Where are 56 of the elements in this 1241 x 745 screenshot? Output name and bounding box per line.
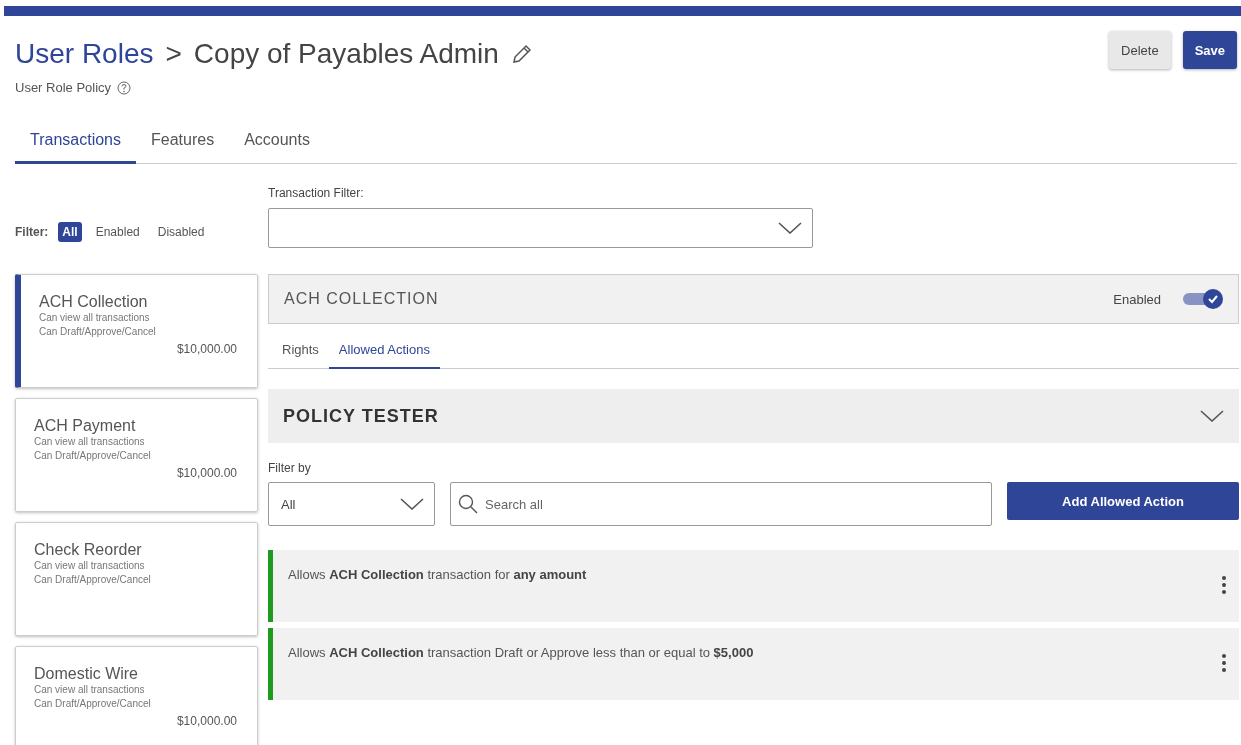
chevron-down-icon	[778, 222, 802, 234]
transaction-card[interactable]: Check Reorder Can view all transactions Can Draft/Approve/Cancel	[15, 522, 258, 636]
card-title: ACH Collection	[39, 293, 149, 311]
subtitle: User Role Policy	[15, 80, 112, 95]
pencil-icon[interactable]	[510, 43, 533, 65]
transaction-card[interactable]: ACH Payment Can view all transactions Can Draft/Approve/Cancel $10,000.00	[15, 398, 258, 512]
card-detail: Can view all transactions	[39, 311, 151, 325]
card-detail: Can view all transactions	[34, 683, 146, 697]
field-label: Filter by	[268, 461, 312, 475]
field-label: Transaction Filter:	[268, 186, 365, 200]
filter-option[interactable]: Enabled	[91, 222, 144, 242]
section-title: ACH COLLECTION	[284, 290, 439, 308]
card-detail: Can Draft/Approve/Cancel	[34, 448, 152, 462]
sub-tab[interactable]: Allowed Actions	[328, 338, 440, 369]
filter-dropdown[interactable]: All	[268, 482, 435, 526]
transaction-card[interactable]: ACH Collection Can view all transactions Can Draft/Approve/Cancel $10,000.00	[15, 274, 258, 388]
search-field[interactable]: Search all	[450, 482, 992, 526]
filter-option[interactable]: Disabled	[153, 222, 209, 242]
action-description: Allows ACH Collection transaction for any amount	[288, 567, 587, 584]
more-icon[interactable]	[1221, 653, 1227, 673]
chevron-down-icon	[1200, 410, 1224, 422]
card-amount: $10,000.00	[176, 466, 237, 480]
delete-button[interactable]: Delete	[1109, 31, 1171, 69]
card-title: ACH Payment	[34, 417, 137, 435]
transaction-filter-dropdown[interactable]	[268, 208, 813, 248]
card-amount: $10,000.00	[176, 714, 237, 728]
card-detail: Can view all transactions	[34, 435, 146, 449]
chevron-down-icon	[400, 498, 424, 510]
tab[interactable]: Transactions	[15, 123, 136, 164]
card-title: Check Reorder	[34, 541, 143, 559]
tab[interactable]: Accounts	[229, 123, 325, 164]
breadcrumb-link[interactable]: User Roles	[15, 38, 154, 70]
card-detail: Can Draft/Approve/Cancel	[39, 324, 157, 338]
card-detail: Can view all transactions	[34, 559, 146, 573]
status-label: Enabled	[1113, 291, 1161, 307]
card-amount: $10,000.00	[176, 342, 237, 356]
breadcrumb-separator: >	[165, 38, 182, 70]
check-icon	[1207, 293, 1219, 305]
more-icon[interactable]	[1221, 575, 1227, 595]
filter-option[interactable]: All	[58, 222, 82, 242]
filter-label: Filter:	[15, 225, 49, 239]
page-title: Copy of Payables Admin	[193, 38, 499, 70]
policy-tester-panel[interactable]: POLICY TESTER	[268, 389, 1239, 443]
action-description: Allows ACH Collection transaction Draft or Approve less than or equal to $5,000	[288, 645, 754, 662]
sub-tab[interactable]: Rights	[268, 338, 329, 369]
toggle-switch[interactable]	[1183, 289, 1223, 309]
card-title: Domestic Wire	[34, 665, 139, 683]
search-icon	[458, 494, 478, 514]
save-button[interactable]: Save	[1182, 31, 1237, 69]
add-allowed-action-button[interactable]: Add Allowed Action	[1007, 482, 1239, 520]
card-detail: Can Draft/Approve/Cancel	[34, 572, 152, 586]
transaction-card[interactable]: Domestic Wire Can view all transactions Can Draft/Approve/Cancel $10,000.00	[15, 646, 258, 745]
tab[interactable]: Features	[136, 123, 230, 164]
panel-title: POLICY TESTER	[283, 405, 439, 427]
help-icon[interactable]	[117, 80, 132, 95]
card-detail: Can Draft/Approve/Cancel	[34, 696, 152, 710]
